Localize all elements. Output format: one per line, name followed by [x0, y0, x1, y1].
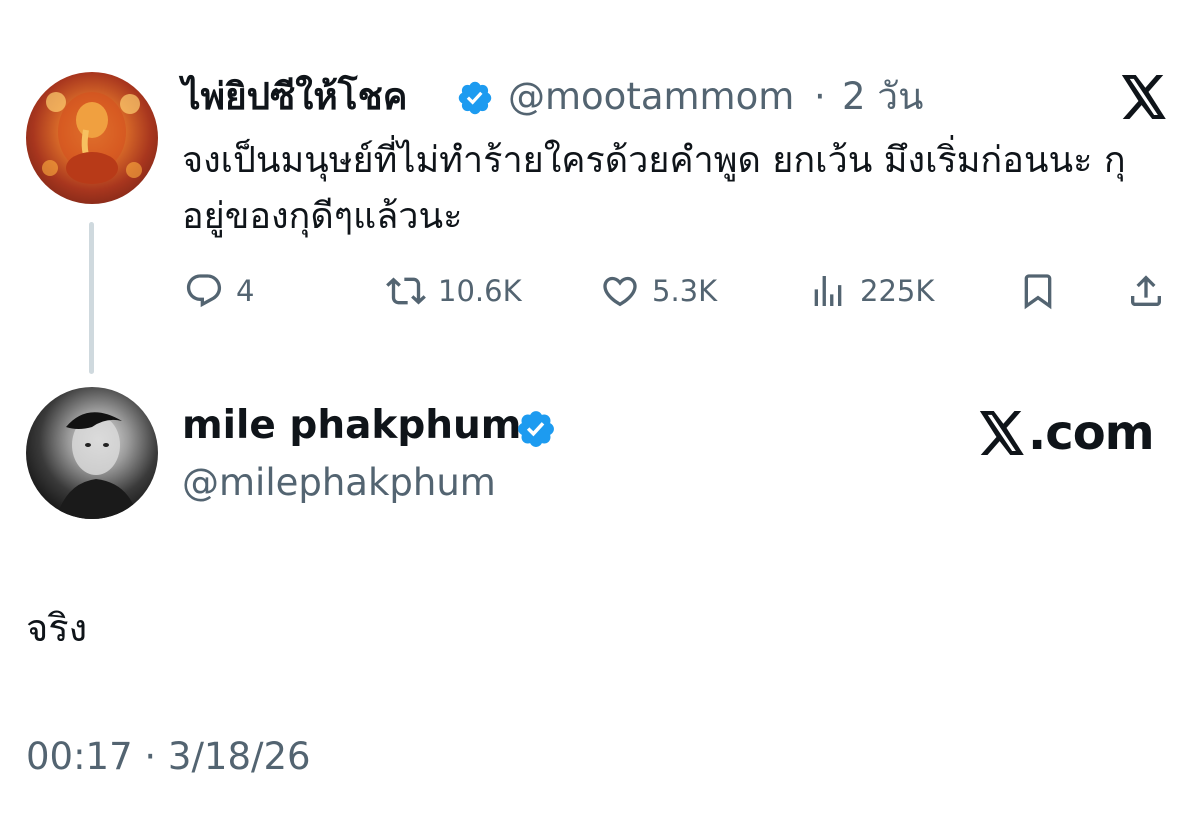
verified-badge-icon — [458, 81, 492, 115]
views-button[interactable]: 225K — [808, 270, 934, 312]
x-logo-icon[interactable] — [1120, 75, 1168, 119]
like-button[interactable]: 5.3K — [600, 270, 717, 312]
mile-avatar-image — [56, 412, 138, 519]
reply-handle[interactable]: @milephakphum — [182, 458, 496, 508]
repost-count: 10.6K — [438, 274, 522, 308]
quoted-separator: · — [814, 75, 826, 118]
reply-tweet-text: จริง — [26, 606, 88, 650]
reply-timestamp[interactable]: 00:17 · 3/18/26 — [26, 731, 311, 783]
repost-icon — [386, 277, 426, 305]
avatar-milephakphum[interactable] — [26, 387, 158, 519]
reply-count: 4 — [236, 274, 255, 308]
like-icon — [603, 276, 637, 307]
repost-button[interactable]: 10.6K — [386, 270, 522, 312]
quoted-relative-time[interactable]: 2 วัน — [842, 72, 923, 122]
x-com-branding: .com — [978, 403, 1155, 463]
x-com-label: .com — [1028, 405, 1155, 461]
like-count: 5.3K — [652, 274, 718, 308]
quoted-handle[interactable]: @mootammom — [508, 72, 794, 122]
bookmark-button[interactable] — [1018, 270, 1058, 312]
thread-connector-line — [89, 222, 94, 374]
views-count: 225K — [860, 274, 935, 308]
share-button[interactable] — [1126, 270, 1166, 312]
ganesha-avatar-image — [42, 92, 142, 184]
verified-badge-icon — [518, 411, 554, 447]
views-icon — [814, 276, 842, 306]
avatar-mootammom[interactable] — [26, 72, 158, 204]
reply-button[interactable]: 4 — [184, 270, 254, 312]
reply-icon — [186, 274, 222, 308]
reply-display-name[interactable]: mile phakphum — [182, 400, 521, 452]
x-logo-icon — [979, 411, 1024, 455]
bookmark-icon — [1024, 274, 1052, 310]
quoted-tweet-text: จงเป็นมนุษย์ที่ไม่ทำร้ายใครด้วยคำพูด ยกเ… — [182, 140, 1126, 237]
quoted-display-name[interactable]: ไพ่ยิปซีให้โชค — [182, 72, 407, 122]
share-icon — [1131, 275, 1161, 306]
